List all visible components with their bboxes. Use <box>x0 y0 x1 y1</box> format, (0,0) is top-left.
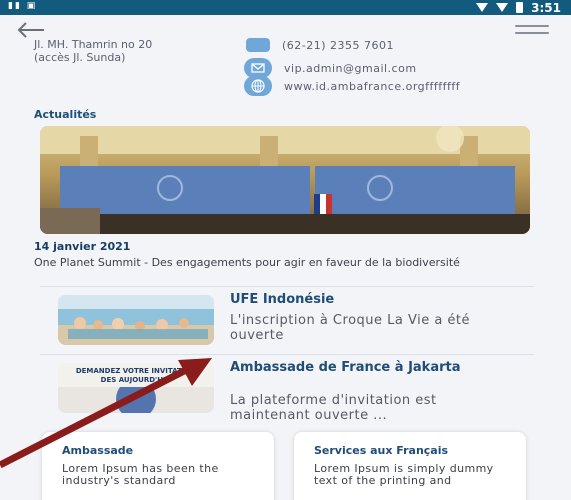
globe-icon <box>244 76 272 96</box>
phone-text: (62-21) 2355 7601 <box>282 38 395 52</box>
news-item-title: Ambassade de France à Jakarta <box>230 360 461 375</box>
news-item-desc: La plateforme d'invitation est maintenan… <box>230 393 437 423</box>
contact-email[interactable]: vip.admin@gmail.com <box>244 58 417 78</box>
news-item-ufe[interactable]: UFE Indonésie L'inscription à Croque La … <box>40 286 534 352</box>
address-line-2: (accès Jl. Sunda) <box>34 51 126 64</box>
address-block: Jl. MH. Thamrin no 20 (accès Jl. Sunda) <box>34 38 152 64</box>
news-item-title: UFE Indonésie <box>230 292 335 307</box>
back-arrow-icon[interactable] <box>16 21 46 39</box>
website-text: www.id.ambafrance.orgffffffff <box>284 79 461 93</box>
news-item-ambassade[interactable]: DEMANDEZ VOTRE INVITATION DES AUJOURD'HU… <box>40 354 534 423</box>
wifi-icon <box>476 3 489 12</box>
email-icon <box>244 58 272 78</box>
contact-website[interactable]: www.id.ambafrance.orgffffffff <box>244 76 460 96</box>
phone-screen: ▮▮ ▣ 3:51 Jl. MH. Thamrin no 20 (accès J… <box>0 0 571 500</box>
email-text: vip.admin@gmail.com <box>284 61 417 75</box>
tile-title: Ambassade <box>62 444 134 457</box>
tile-title: Services aux Français <box>314 444 449 457</box>
news-section-title: Actualités <box>34 108 97 121</box>
tile-desc: Lorem Ipsum is simply dummy text of the … <box>314 462 494 487</box>
status-time: 3:51 <box>531 0 561 15</box>
featured-news-date: 14 janvier 2021 <box>34 240 131 253</box>
featured-news-text[interactable]: One Planet Summit - Des engagements pour… <box>34 256 534 269</box>
hamburger-icon[interactable] <box>515 25 549 37</box>
phone-icon <box>246 38 270 52</box>
address-line-1: Jl. MH. Thamrin no 20 <box>34 38 153 51</box>
news-item-thumbnail: DEMANDEZ VOTRE INVITATION DES AUJOURD'HU… <box>58 363 214 413</box>
battery-icon <box>516 2 524 13</box>
thumbnail-caption: DEMANDEZ VOTRE INVITATION DES AUJOURD'HU… <box>75 367 197 384</box>
status-left-icons: ▮▮ ▣ <box>8 1 38 11</box>
news-item-desc: L'inscription à Croque La Vie a été ouve… <box>230 313 471 343</box>
contact-phone[interactable]: (62-21) 2355 7601 <box>244 38 394 52</box>
status-bar: ▮▮ ▣ 3:51 <box>0 0 571 15</box>
signal-icon <box>496 3 509 12</box>
featured-news-image[interactable] <box>40 126 530 234</box>
news-item-thumbnail <box>58 295 214 345</box>
tile-desc: Lorem Ipsum has been the industry's stan… <box>62 462 219 487</box>
tile-ambassade[interactable]: Ambassade Lorem Ipsum has been the indus… <box>42 432 274 500</box>
tile-services-francais[interactable]: Services aux Français Lorem Ipsum is sim… <box>294 432 526 500</box>
